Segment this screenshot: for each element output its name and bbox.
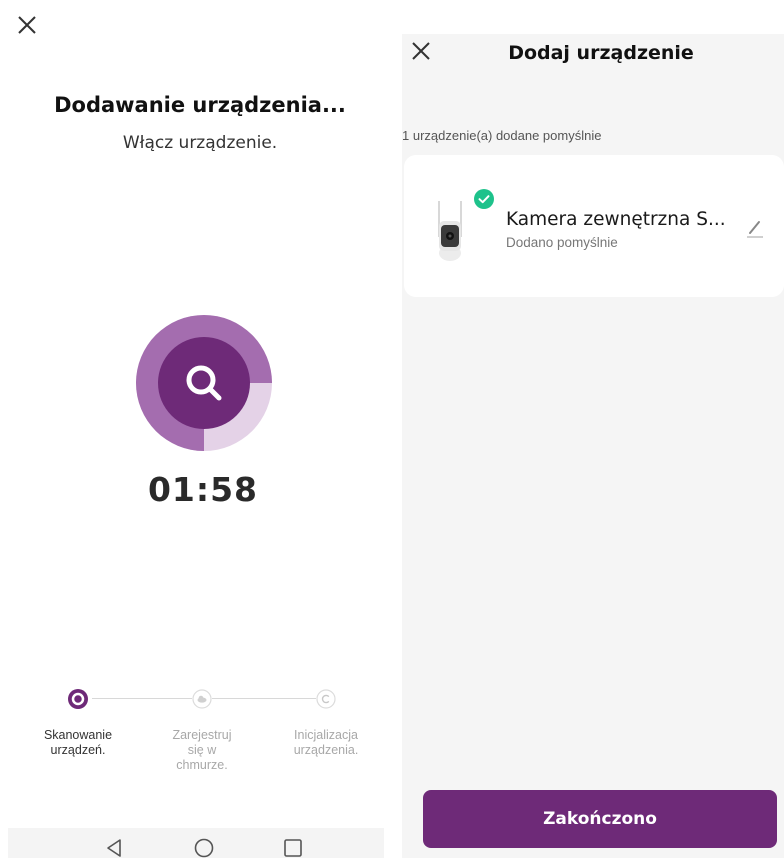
camera-icon [436,195,476,261]
back-triangle-icon[interactable] [105,838,123,858]
step-connector [92,698,192,699]
countdown-timer: 01:58 [147,470,259,509]
edit-icon[interactable] [744,217,766,239]
page-subtitle: Włącz urządzenie. [122,133,278,153]
cloud-icon [192,689,212,709]
step-cloud-label: Zarejestruj się w chmurze. [172,728,232,772]
progress-steps: Skanowanie urządzeń. Zarejestruj się w c… [0,686,400,776]
add-device-screen: Dodaj urządzenie 1 urządzenie(a) dodane … [402,34,784,858]
system-nav-bar [8,828,384,858]
initialize-icon [316,689,336,709]
step-scan-dot [68,689,88,709]
finish-button[interactable]: Zakończono [423,790,777,848]
page-title: Dodawanie urządzenia... [54,93,346,117]
scan-progress-indicator [136,315,272,451]
page-title: Dodaj urządzenie [508,42,694,64]
step-scan-label: Skanowanie urządzeń. [43,728,113,757]
step-init-label: Inicjalizacja urządzenia. [293,728,359,757]
device-name: Kamera zewnętrzna S... [506,209,726,230]
check-icon [474,189,494,209]
step-connector [212,698,316,699]
device-card[interactable]: Kamera zewnętrzna S... Dodano pomyślnie [404,155,784,297]
home-circle-icon[interactable] [194,838,214,858]
close-icon[interactable] [14,12,40,38]
recent-square-icon[interactable] [283,838,303,858]
device-status: Dodano pomyślnie [506,235,618,250]
added-count-label: 1 urządzenie(a) dodane pomyślnie [402,128,602,143]
scan-screen: Dodawanie urządzenia... Włącz urządzenie… [0,0,400,858]
